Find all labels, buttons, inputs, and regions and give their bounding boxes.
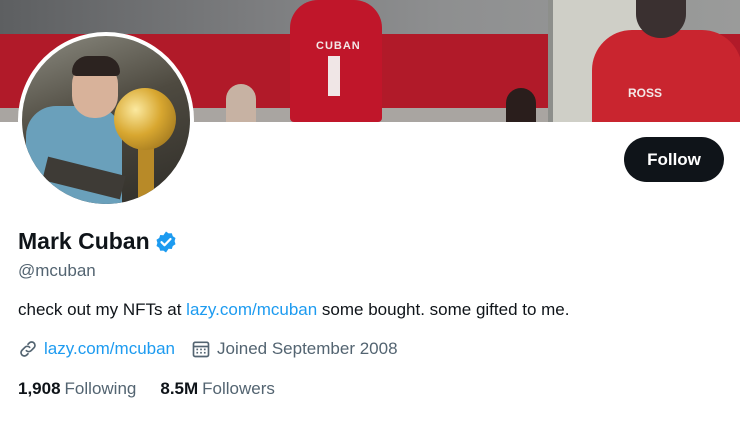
bio: check out my NFTs at lazy.com/mcuban som… — [18, 300, 570, 320]
calendar-icon — [191, 339, 211, 359]
followers-stat[interactable]: 8.5M Followers — [160, 379, 275, 399]
bio-text: check out my NFTs at — [18, 300, 187, 319]
jersey-name: ROSS — [628, 86, 663, 100]
avatar-trophy — [114, 88, 176, 150]
display-name: Mark Cuban — [18, 228, 150, 254]
jersey-number — [328, 56, 340, 96]
website-link[interactable]: lazy.com/mcuban — [44, 339, 175, 359]
name-row: Mark Cuban — [18, 228, 178, 255]
followers-label: Followers — [202, 379, 275, 398]
following-stat[interactable]: 1,908 Following — [18, 379, 136, 399]
following-label: Following — [64, 379, 137, 398]
banner-player: ROSS — [592, 30, 740, 122]
banner-spectator — [226, 84, 256, 122]
following-count: 1,908 — [18, 379, 61, 398]
bio-text: some bought. some gifted to me. — [317, 300, 570, 319]
profile-meta: lazy.com/mcuban Joined September 2008 — [18, 339, 414, 359]
jersey-name: CUBAN — [316, 40, 361, 52]
avatar[interactable] — [18, 32, 194, 208]
link-icon — [18, 339, 38, 359]
banner-spectator — [506, 88, 536, 122]
avatar-trophy-stem — [138, 146, 154, 204]
avatar-photo — [22, 36, 190, 204]
verified-badge-icon[interactable] — [154, 230, 178, 254]
banner-player: CUBAN — [290, 0, 382, 122]
joined-date: Joined September 2008 — [217, 339, 398, 358]
joined-item: Joined September 2008 — [191, 339, 398, 359]
avatar-hair — [72, 56, 120, 76]
follow-button[interactable]: Follow — [624, 137, 724, 182]
bio-link[interactable]: lazy.com/mcuban — [186, 300, 317, 319]
follow-stats: 1,908 Following 8.5M Followers — [18, 379, 299, 399]
followers-count: 8.5M — [160, 379, 199, 398]
handle: @mcuban — [18, 261, 96, 280]
website-item[interactable]: lazy.com/mcuban — [18, 339, 175, 359]
